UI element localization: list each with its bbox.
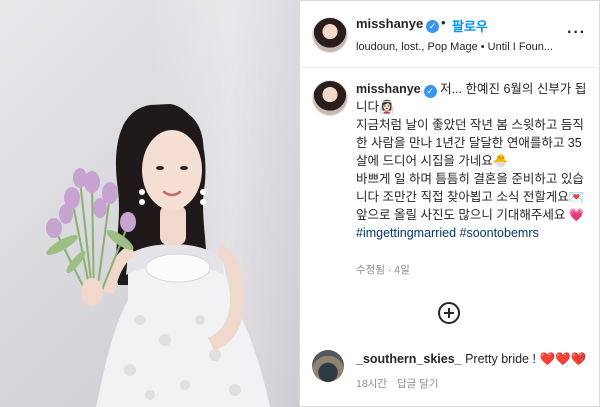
caption-line-3: 바쁘게 일 하며 틈틈히 결혼을 준비하고 있습니다 조만간 직접 찾아뵙고 소…	[356, 172, 585, 204]
comment-text: _southern_skies_ Pretty bride ! ❤️❤️❤️	[356, 352, 586, 367]
heart-icon[interactable]: ♡	[576, 354, 586, 367]
verified-badge-icon: ✓	[423, 85, 437, 98]
separator-dot: •	[441, 15, 446, 30]
caption-author-avatar[interactable]	[312, 80, 348, 116]
author-username[interactable]: misshanye	[356, 16, 423, 31]
comment-body: Pretty bride !	[465, 352, 540, 366]
follow-button[interactable]: 팔로우	[452, 16, 488, 35]
reply-button[interactable]: 답글 달기	[397, 378, 439, 390]
more-options-icon[interactable]: ···	[567, 24, 586, 42]
caption-username[interactable]: misshanye	[356, 82, 421, 96]
verified-badge-icon: ✓	[426, 20, 440, 33]
caption-hashtags[interactable]: #imgettingmarried #soontobemrs	[356, 224, 592, 242]
bride-illustration	[46, 104, 270, 407]
comment-time: 18시간	[356, 378, 387, 390]
caption-line-2: 지금처럼 날이 좋았던 작년 봄 스윗하고 듬직한 사람을 만나 1년간 달달한…	[356, 118, 584, 168]
music-attribution[interactable]: loudoun, lost., Pop Mage • Until I Foun.…	[356, 41, 553, 53]
author-username-row[interactable]: misshanye ✓	[356, 16, 440, 33]
caption-text: misshanye ✓ 저... 한예진 6월의 신부가 됩니다👰🏻‍♀️ 지금처…	[356, 80, 592, 242]
commenter-username[interactable]: _southern_skies_	[356, 352, 462, 366]
comment-item: _southern_skies_ Pretty bride ! ❤️❤️❤️ 1…	[300, 340, 600, 400]
commenter-avatar[interactable]	[312, 350, 344, 382]
author-avatar[interactable]	[312, 17, 348, 53]
post-photo[interactable]	[0, 0, 299, 407]
post-header: misshanye ✓ • 팔로우 loudoun, lost., Pop Mag…	[300, 0, 600, 68]
add-circle-icon[interactable]	[438, 302, 460, 324]
caption-meta: 수정됨 · 4일	[356, 264, 410, 276]
caption-section: misshanye ✓ 저... 한예진 6월의 신부가 됩니다👰🏻‍♀️ 지금처…	[300, 68, 600, 338]
caption-line-4: 앞으로 올릴 사진도 많으니 기대해주세요 💗	[356, 208, 585, 222]
post-details-panel: misshanye ✓ • 팔로우 loudoun, lost., Pop Mag…	[300, 0, 600, 407]
comment-meta: 18시간 답글 달기	[356, 376, 439, 391]
